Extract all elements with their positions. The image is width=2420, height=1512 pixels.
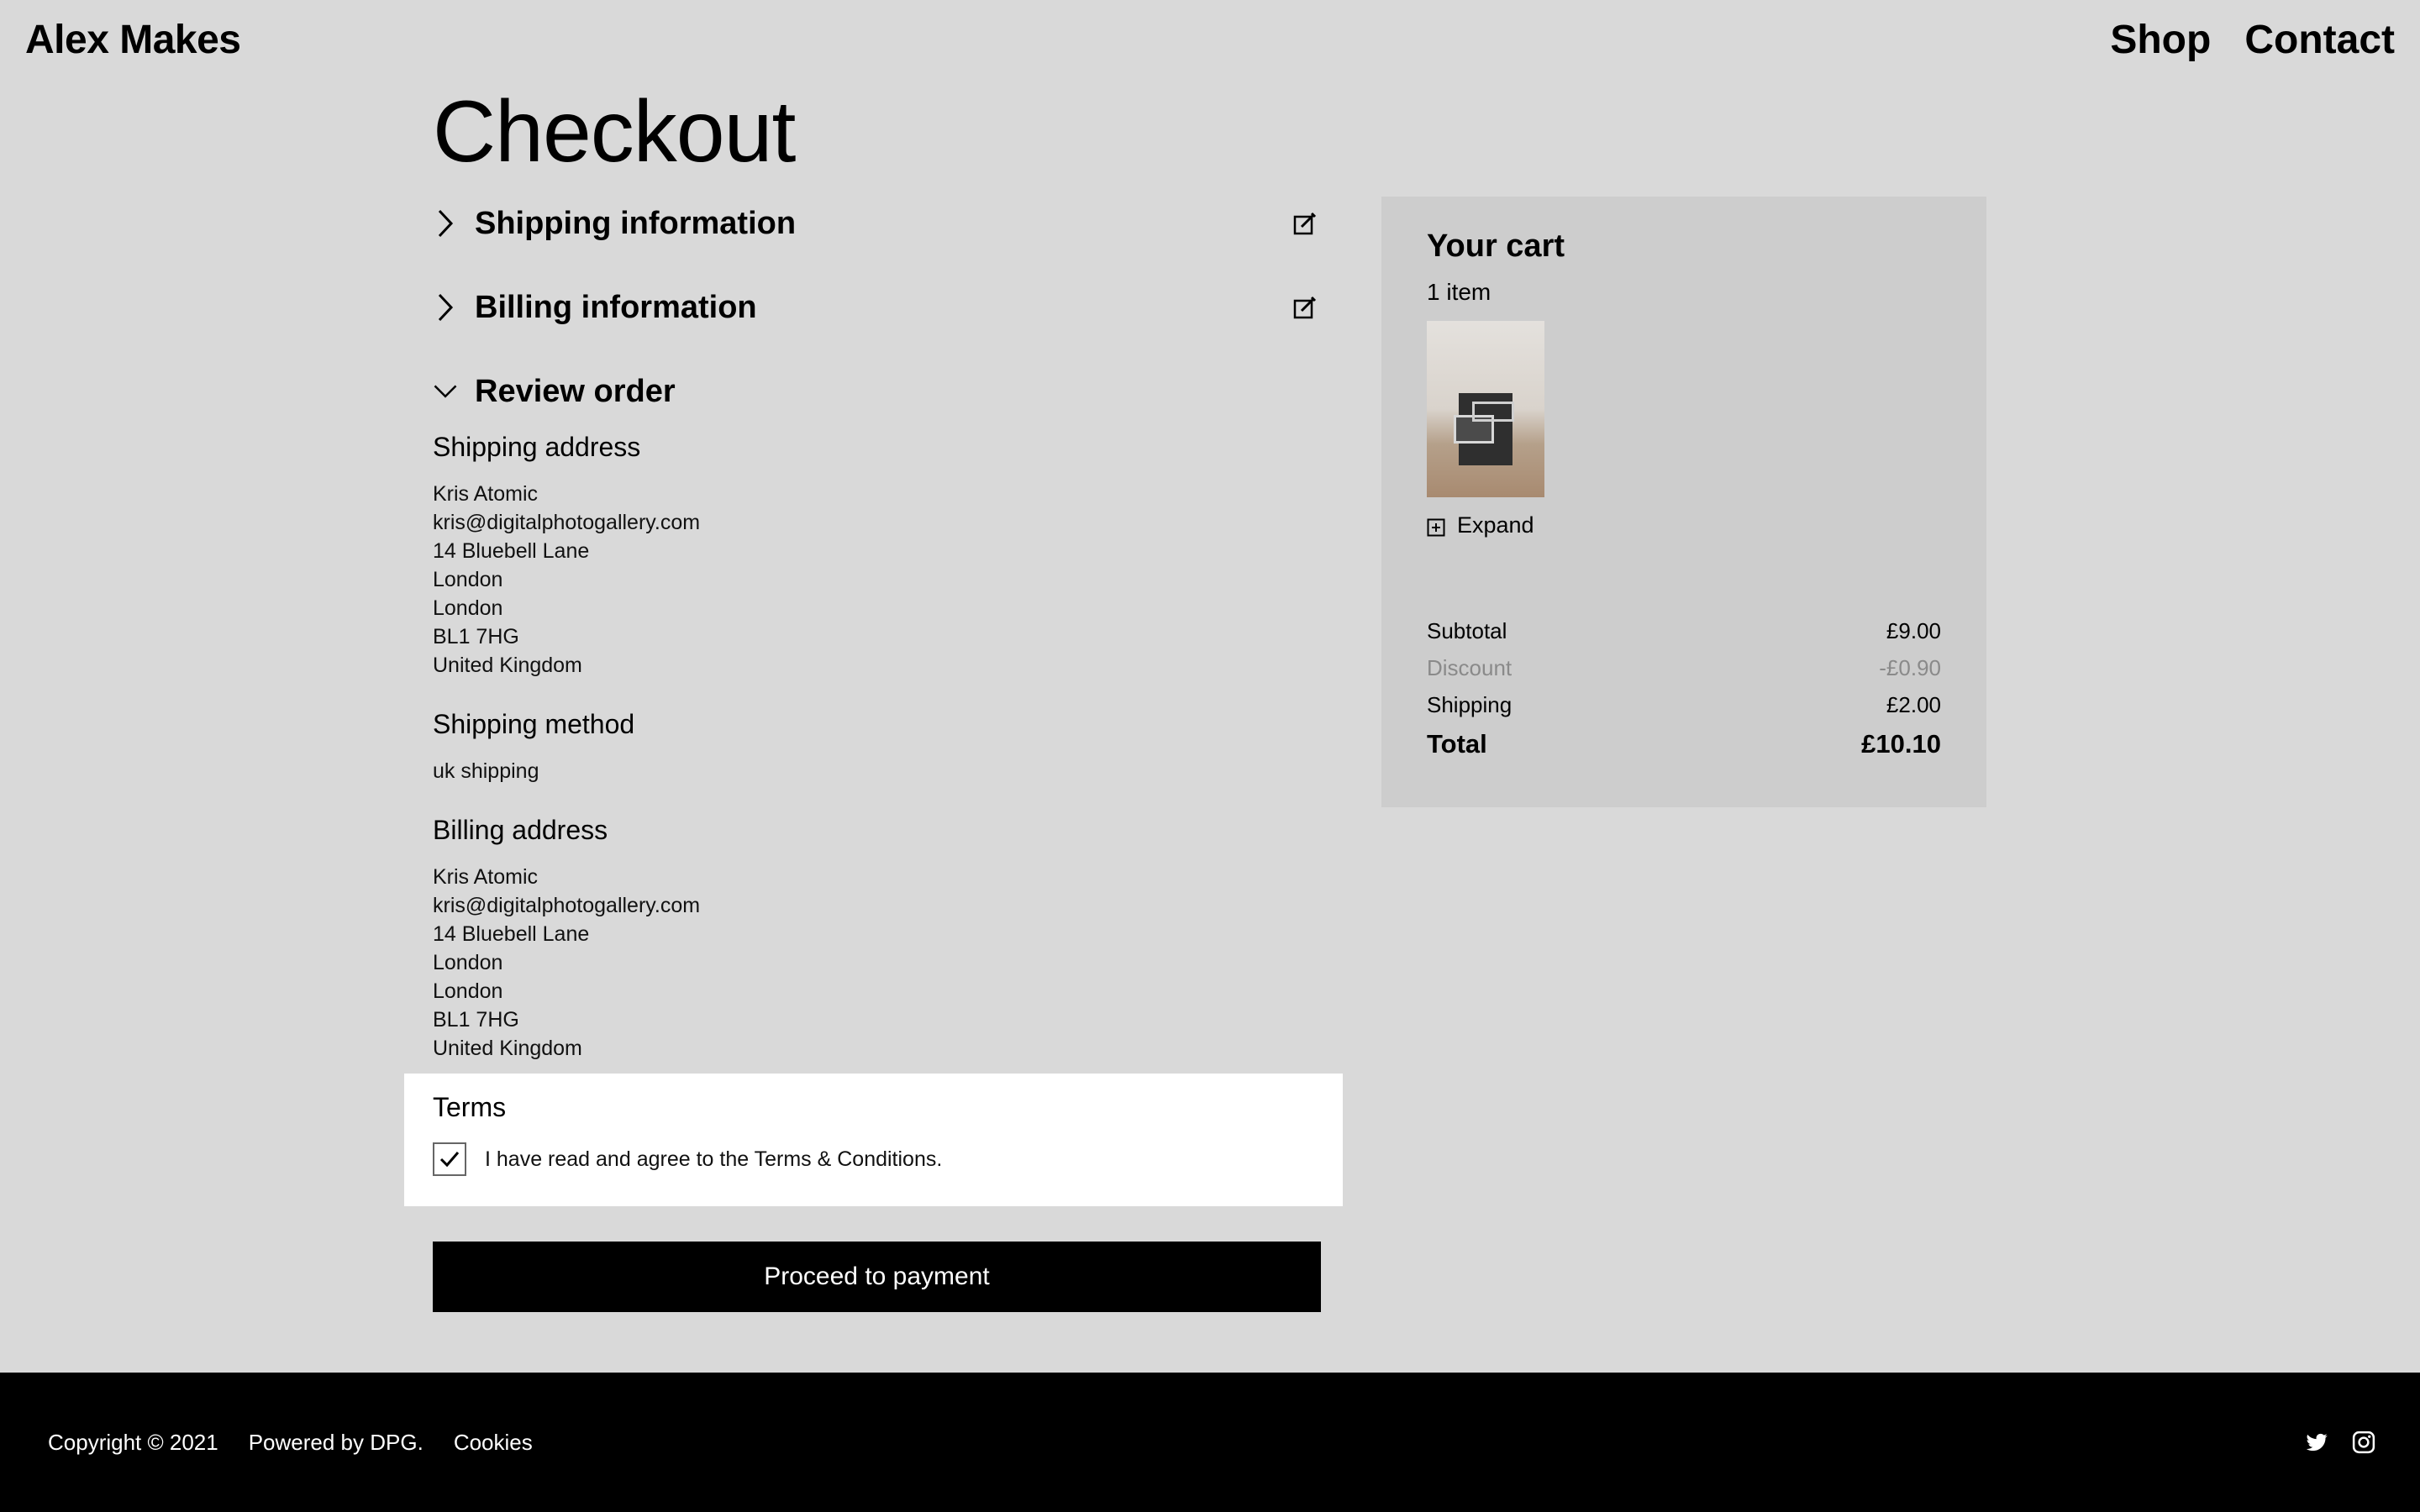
copyright-text: Copyright © 2021: [48, 1430, 218, 1455]
subtotal-value: £9.00: [1886, 618, 1941, 643]
address-line: London: [433, 979, 503, 1003]
chevron-right-icon: [433, 207, 458, 240]
total-label: Total: [1427, 729, 1487, 759]
terms-label[interactable]: I have read and agree to the Terms & Con…: [485, 1147, 942, 1172]
edit-icon[interactable]: [1288, 207, 1322, 240]
cookies-link[interactable]: Cookies: [454, 1430, 533, 1456]
terms-checkbox[interactable]: [433, 1142, 466, 1176]
address-line: Kris Atomic: [433, 482, 539, 506]
shipping-value: £2.00: [1886, 692, 1941, 717]
site-header: Alex Makes Shop Contact: [0, 0, 2420, 84]
terms-panel: Terms I have read and agree to the Terms…: [404, 1074, 1343, 1206]
address-line: BL1 7HG: [433, 625, 519, 648]
address-line: London: [433, 568, 503, 591]
total-value: £10.10: [1861, 729, 1941, 759]
accordion-label: Review order: [475, 373, 676, 409]
accordion-label: Shipping information: [475, 205, 797, 241]
shipping-row: Shipping £2.00: [1427, 692, 1941, 718]
site-footer: Copyright © 2021 Powered by DPG. Cookies: [0, 1373, 2420, 1512]
expand-label: Expand: [1457, 512, 1534, 538]
address-line: London: [433, 596, 503, 620]
expand-cart-button[interactable]: Expand: [1427, 512, 1534, 538]
cart-item-count: 1 item: [1427, 279, 1491, 305]
cart-title: Your cart: [1427, 228, 1565, 264]
main-nav: Shop Contact: [2110, 17, 2395, 63]
terms-title: Terms: [433, 1092, 507, 1122]
total-row: Total £10.10: [1427, 729, 1941, 759]
address-line: United Kingdom: [433, 1037, 582, 1060]
accordion-shipping-information[interactable]: Shipping information: [433, 197, 1322, 250]
subtotal-label: Subtotal: [1427, 618, 1507, 643]
chevron-right-icon: [433, 291, 458, 324]
subtotal-row: Subtotal £9.00: [1427, 618, 1941, 644]
address-line: 14 Bluebell Lane: [433, 539, 590, 563]
discount-row: Discount -£0.90: [1427, 655, 1941, 681]
edit-icon[interactable]: [1288, 291, 1322, 324]
discount-label: Discount: [1427, 655, 1512, 680]
address-line: kris@digitalphotogallery.com: [433, 894, 701, 917]
shipping-method-title: Shipping method: [433, 709, 635, 739]
page-title: Checkout: [433, 83, 796, 181]
billing-address-title: Billing address: [433, 815, 608, 845]
nav-contact[interactable]: Contact: [2244, 17, 2395, 63]
product-thumbnail: [1427, 321, 1544, 497]
accordion-label: Billing information: [475, 289, 757, 325]
address-line: United Kingdom: [433, 654, 582, 677]
chevron-down-icon: [433, 375, 458, 408]
address-line: Kris Atomic: [433, 865, 539, 889]
billing-address: Kris Atomic kris@digitalphotogallery.com…: [433, 863, 700, 1063]
shipping-label: Shipping: [1427, 692, 1512, 717]
proceed-to-payment-button[interactable]: Proceed to payment: [433, 1242, 1321, 1312]
shipping-address: Kris Atomic kris@digitalphotogallery.com…: [433, 480, 700, 680]
accordion-review-order[interactable]: Review order: [433, 365, 1322, 418]
cart-panel: Your cart 1 item Expand Subtotal £9.00 D…: [1381, 197, 1986, 807]
plus-square-icon: [1427, 517, 1445, 536]
address-line: London: [433, 951, 503, 974]
twitter-icon[interactable]: [2304, 1430, 2329, 1455]
address-line: 14 Bluebell Lane: [433, 922, 590, 946]
shipping-method-value: uk shipping: [433, 759, 539, 783]
address-line: kris@digitalphotogallery.com: [433, 511, 701, 534]
discount-value: -£0.90: [1879, 655, 1941, 680]
instagram-icon[interactable]: [2351, 1430, 2376, 1455]
accordion-billing-information[interactable]: Billing information: [433, 281, 1322, 334]
shipping-address-title: Shipping address: [433, 432, 641, 462]
shipping-method: uk shipping: [433, 757, 539, 785]
brand-logo[interactable]: Alex Makes: [25, 17, 241, 63]
nav-shop[interactable]: Shop: [2110, 17, 2211, 63]
footer-links: Copyright © 2021 Powered by DPG. Cookies: [48, 1430, 533, 1456]
address-line: BL1 7HG: [433, 1008, 519, 1032]
social-links: [2304, 1430, 2376, 1455]
powered-by-link[interactable]: Powered by DPG.: [249, 1430, 424, 1456]
